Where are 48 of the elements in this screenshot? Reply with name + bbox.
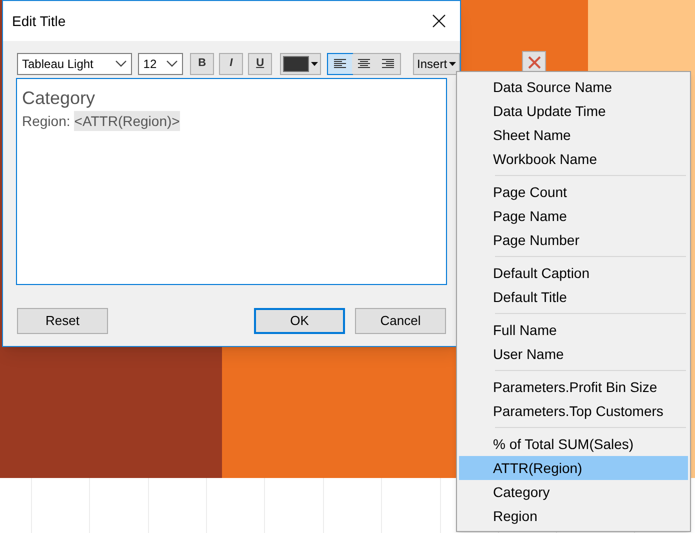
menu-item[interactable]: Page Count [459,180,688,204]
menu-item[interactable]: Parameters.Profit Bin Size [459,375,688,399]
chevron-down-icon [115,60,128,68]
title-heading: Category [22,87,96,109]
dialog-button[interactable]: OK [254,308,345,334]
menu-item[interactable]: ATTR(Region) [459,456,688,480]
dialog-button[interactable]: Reset [17,308,108,334]
menu-item[interactable]: Sheet Name [459,123,688,147]
menu-item[interactable]: Parameters.Top Customers [459,399,688,423]
menu-item[interactable]: Default Title [459,285,688,309]
caret-icon [449,62,456,66]
menu-item[interactable]: Data Source Name [459,75,688,99]
menu-item[interactable]: Default Caption [459,261,688,285]
close-icon[interactable] [432,14,446,28]
menu-item[interactable]: Full Name [459,318,688,342]
align-left-button[interactable] [328,54,352,74]
menu-item[interactable]: User Name [459,342,688,366]
align-right-button[interactable] [376,54,400,74]
font-size: 12 [143,56,157,72]
menu-item[interactable]: % of Total SUM(Sales) [459,432,688,456]
dialog-button[interactable]: Cancel [355,308,446,334]
italic-button[interactable]: I [219,52,244,74]
menu-item[interactable]: Region [459,504,688,528]
color-swatch [283,56,310,72]
caret-icon [311,62,318,66]
color-picker[interactable] [280,52,322,74]
menu-item[interactable]: Category [459,480,688,504]
field-token: <ATTR(Region)> [74,111,180,131]
menu-item[interactable]: Page Number [459,228,688,252]
menu-item[interactable]: Workbook Name [459,147,688,171]
align-center-button[interactable] [352,54,376,74]
bold-button[interactable]: B [190,52,214,74]
menu-item[interactable]: Page Name [459,204,688,228]
field-label: Region: [22,112,70,131]
underline-button[interactable]: U [248,52,272,74]
font-name: Tableau Light [22,56,94,72]
insert-button[interactable]: Insert [413,52,460,74]
menu-item[interactable]: Data Update Time [459,99,688,123]
font-select[interactable]: Tableau Light [17,52,132,74]
close-icon [528,56,540,68]
delete-button[interactable] [522,51,546,73]
title-editor[interactable]: Category Region: <ATTR(Region)> [16,78,447,285]
align-center-icon [358,58,370,68]
window-title: Edit Title [12,12,66,30]
align-left-icon [334,58,346,68]
size-select[interactable]: 12 [138,52,184,74]
align-right-icon [382,58,394,68]
chevron-down-icon [166,60,178,68]
